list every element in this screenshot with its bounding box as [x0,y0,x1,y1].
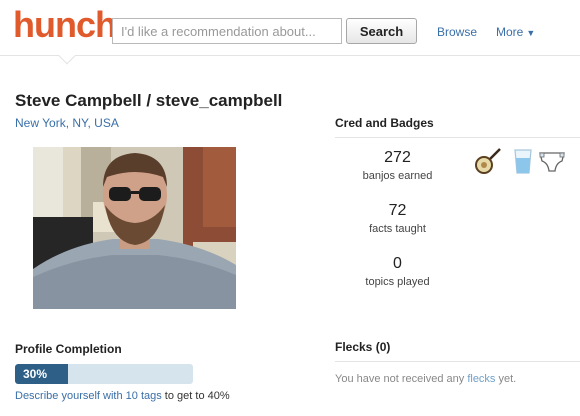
profile-photo-image [33,147,236,309]
profile-photo [33,147,236,309]
search-button[interactable]: Search [346,18,417,44]
flecks-empty-prefix: You have not received any [335,373,468,385]
tip-tag-count-link[interactable]: 10 tags [126,390,162,402]
stat-label: banjos earned [362,170,433,182]
chevron-down-icon: ▼ [526,28,536,38]
search-input[interactable] [112,18,342,44]
diaper-icon[interactable] [538,147,566,175]
water-glass-icon[interactable] [509,147,537,175]
flecks-empty-suffix: yet. [495,373,517,385]
flecks-title: Flecks (0) [335,340,391,354]
stat-label: facts taught [369,223,426,235]
nav-more-label: More [496,25,524,39]
profile-completion-fill: 30% [15,364,69,384]
profile-location-link[interactable]: New York, NY, USA [15,116,119,130]
stat-value: 0 [393,255,402,272]
tip-target: 40% [207,390,230,402]
hunch-logo[interactable]: hunch [13,4,117,46]
stat-label: topics played [365,276,430,288]
divider [335,137,580,138]
profile-completion-bar: 30% [15,364,193,384]
banjo-icon[interactable] [474,147,502,175]
top-header: hunch Search Browse More▼ [0,0,580,56]
tip-middle: to get to [161,390,208,402]
nav-more-menu[interactable]: More ▼ [496,25,535,39]
profile-name: Steve Campbell / steve_campbell [15,91,283,110]
nav-browse-link[interactable]: Browse [437,25,477,39]
cred-badges-title: Cred and Badges [335,116,434,130]
flecks-link[interactable]: flecks [467,373,495,385]
profile-completion-tip: Describe yourself with 10 tags to get to… [15,390,230,402]
flecks-empty-message: You have not received any flecks yet. [335,373,516,385]
stat-value: 72 [388,202,407,219]
stat-banjos: 272 banjos earned [335,149,460,182]
profile-completion-title: Profile Completion [15,342,122,356]
stat-facts: 72 facts taught [335,202,460,235]
divider [335,361,580,362]
stat-topics: 0 topics played [335,255,460,288]
stat-value: 272 [384,149,411,166]
tip-prefix[interactable]: Describe yourself with [15,390,126,402]
